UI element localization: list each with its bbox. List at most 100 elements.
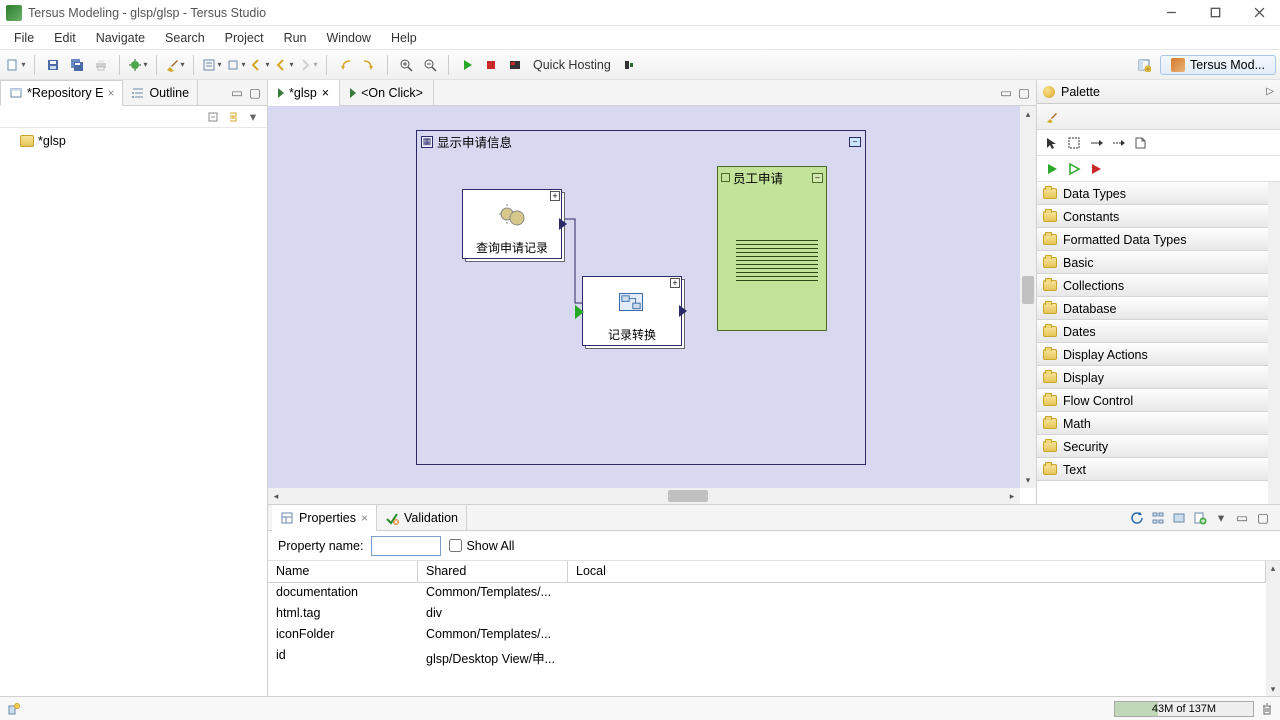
model-data-box[interactable]: 员工申请 – xyxy=(717,166,827,331)
input-port-icon[interactable] xyxy=(575,305,584,319)
filter-button[interactable]: ▾ xyxy=(201,54,223,76)
palette-cat-display-actions[interactable]: Display Actions xyxy=(1037,343,1268,366)
quick-hosting-icon[interactable] xyxy=(618,54,640,76)
canvas-hscrollbar[interactable]: ◂ ▸ xyxy=(268,488,1020,504)
menu-search[interactable]: Search xyxy=(155,29,215,47)
canvas-vscrollbar[interactable]: ▴ ▾ xyxy=(1020,106,1036,488)
stop-trigger-icon[interactable] xyxy=(1087,160,1105,178)
expand-icon[interactable]: + xyxy=(670,278,680,288)
window-close[interactable] xyxy=(1244,3,1274,23)
select-tool-icon[interactable] xyxy=(1043,134,1061,152)
menu-file[interactable]: File xyxy=(4,29,44,47)
tree-view-icon[interactable] xyxy=(1149,509,1167,527)
note-tool-icon[interactable] xyxy=(1131,134,1149,152)
palette-cat-flow-control[interactable]: Flow Control xyxy=(1037,389,1268,412)
table-row[interactable]: idglsp/Desktop View/申... xyxy=(268,646,1266,667)
stop-button[interactable] xyxy=(480,54,502,76)
data-collapse[interactable]: – xyxy=(812,173,823,183)
prev-ann-button[interactable]: ▾ xyxy=(249,54,271,76)
zoom-in-button[interactable] xyxy=(395,54,417,76)
view-menu-icon[interactable]: ▾ xyxy=(1212,509,1230,527)
repository-tree[interactable]: *glsp xyxy=(0,128,267,154)
palette-cat-data-types[interactable]: Data Types xyxy=(1037,182,1268,205)
tree-item-glsp[interactable]: *glsp xyxy=(8,132,259,150)
view-maximize[interactable]: ▢ xyxy=(247,85,263,101)
save-all-button[interactable] xyxy=(66,54,88,76)
forward-button[interactable]: ▾ xyxy=(297,54,319,76)
palette-cat-database[interactable]: Database xyxy=(1037,297,1268,320)
model-box-query[interactable]: + 查询申请记录 xyxy=(462,189,562,259)
close-icon[interactable]: × xyxy=(361,511,368,525)
add-icon[interactable] xyxy=(1191,509,1209,527)
scrollbar-thumb[interactable] xyxy=(1022,276,1034,304)
editor-tab-glsp[interactable]: *glsp × xyxy=(268,80,340,106)
palette-cat-display[interactable]: Display xyxy=(1037,366,1268,389)
tab-validation[interactable]: Validation xyxy=(377,505,467,531)
palette-cat-formatted[interactable]: Formatted Data Types xyxy=(1037,228,1268,251)
print-button[interactable] xyxy=(90,54,112,76)
step-forward-button[interactable] xyxy=(358,54,380,76)
prop-maximize[interactable]: ▢ xyxy=(1254,509,1272,527)
terminate-button[interactable] xyxy=(504,54,526,76)
collapse-all-icon[interactable] xyxy=(205,109,221,125)
diagram-canvas[interactable]: ▦ 显示申请信息 – + 查询申请记录 xyxy=(268,106,1036,504)
output-port-icon[interactable] xyxy=(559,218,567,230)
palette-header[interactable]: Palette ▷ xyxy=(1037,80,1280,104)
menu-run[interactable]: Run xyxy=(274,29,317,47)
tab-outline[interactable]: Outline xyxy=(123,80,198,106)
palette-cat-security[interactable]: Security xyxy=(1037,435,1268,458)
perspective-tersus[interactable]: Tersus Mod... xyxy=(1160,55,1276,75)
step-back-button[interactable] xyxy=(334,54,356,76)
view-menu-icon[interactable]: ▾ xyxy=(245,109,261,125)
model-box-transform[interactable]: + 记录转换 xyxy=(582,276,682,346)
palette-cat-collections[interactable]: Collections xyxy=(1037,274,1268,297)
tab-properties[interactable]: Properties × xyxy=(272,505,377,531)
open-perspective-button[interactable] xyxy=(1133,54,1155,76)
editor-minimize[interactable]: ▭ xyxy=(998,85,1014,101)
dashed-connection-icon[interactable] xyxy=(1109,134,1127,152)
palette-cat-text[interactable]: Text xyxy=(1037,458,1268,481)
brush-button[interactable]: ▾ xyxy=(164,54,186,76)
expand-icon[interactable]: + xyxy=(550,191,560,201)
menu-window[interactable]: Window xyxy=(317,29,381,47)
palette-cat-basic[interactable]: Basic xyxy=(1037,251,1268,274)
save-button[interactable] xyxy=(42,54,64,76)
prop-minimize[interactable]: ▭ xyxy=(1233,509,1251,527)
back-button[interactable]: ▾ xyxy=(273,54,295,76)
show-all-checkbox[interactable]: Show All xyxy=(449,539,514,553)
palette-scrollbar[interactable] xyxy=(1268,182,1280,504)
nav-button[interactable]: ▾ xyxy=(225,54,247,76)
flat-view-icon[interactable] xyxy=(1170,509,1188,527)
model-main[interactable]: ▦ 显示申请信息 – + 查询申请记录 xyxy=(416,130,866,465)
run-button[interactable] xyxy=(456,54,478,76)
table-row[interactable]: html.tagdiv xyxy=(268,604,1266,625)
refresh-icon[interactable] xyxy=(1128,509,1146,527)
palette-cat-math[interactable]: Math xyxy=(1037,412,1268,435)
properties-table[interactable]: Name Shared Local documentationCommon/Te… xyxy=(268,561,1266,696)
property-name-input[interactable] xyxy=(371,536,441,556)
menu-project[interactable]: Project xyxy=(215,29,274,47)
quick-hosting-label[interactable]: Quick Hosting xyxy=(527,58,617,72)
view-minimize[interactable]: ▭ xyxy=(229,85,245,101)
marquee-tool-icon[interactable] xyxy=(1065,134,1083,152)
menu-navigate[interactable]: Navigate xyxy=(86,29,155,47)
show-all-input[interactable] xyxy=(449,539,462,552)
close-icon[interactable]: × xyxy=(107,86,114,100)
editor-maximize[interactable]: ▢ xyxy=(1016,85,1032,101)
gc-trash-icon[interactable] xyxy=(1260,702,1274,716)
table-row[interactable]: iconFolderCommon/Templates/... xyxy=(268,625,1266,646)
zoom-out-button[interactable] xyxy=(419,54,441,76)
output-port-icon[interactable] xyxy=(679,305,687,317)
run-trigger-outline-icon[interactable] xyxy=(1065,160,1083,178)
close-icon[interactable]: × xyxy=(322,86,329,100)
col-local[interactable]: Local xyxy=(568,561,1266,582)
palette-cat-dates[interactable]: Dates xyxy=(1037,320,1268,343)
brush-tool-icon[interactable] xyxy=(1043,108,1061,126)
col-name[interactable]: Name xyxy=(268,561,418,582)
menu-edit[interactable]: Edit xyxy=(44,29,86,47)
new-button[interactable]: ▾ xyxy=(5,54,27,76)
tab-repository[interactable]: *Repository E × xyxy=(0,80,123,106)
palette-cat-constants[interactable]: Constants xyxy=(1037,205,1268,228)
connection-tool-icon[interactable] xyxy=(1087,134,1105,152)
window-maximize[interactable] xyxy=(1200,3,1230,23)
